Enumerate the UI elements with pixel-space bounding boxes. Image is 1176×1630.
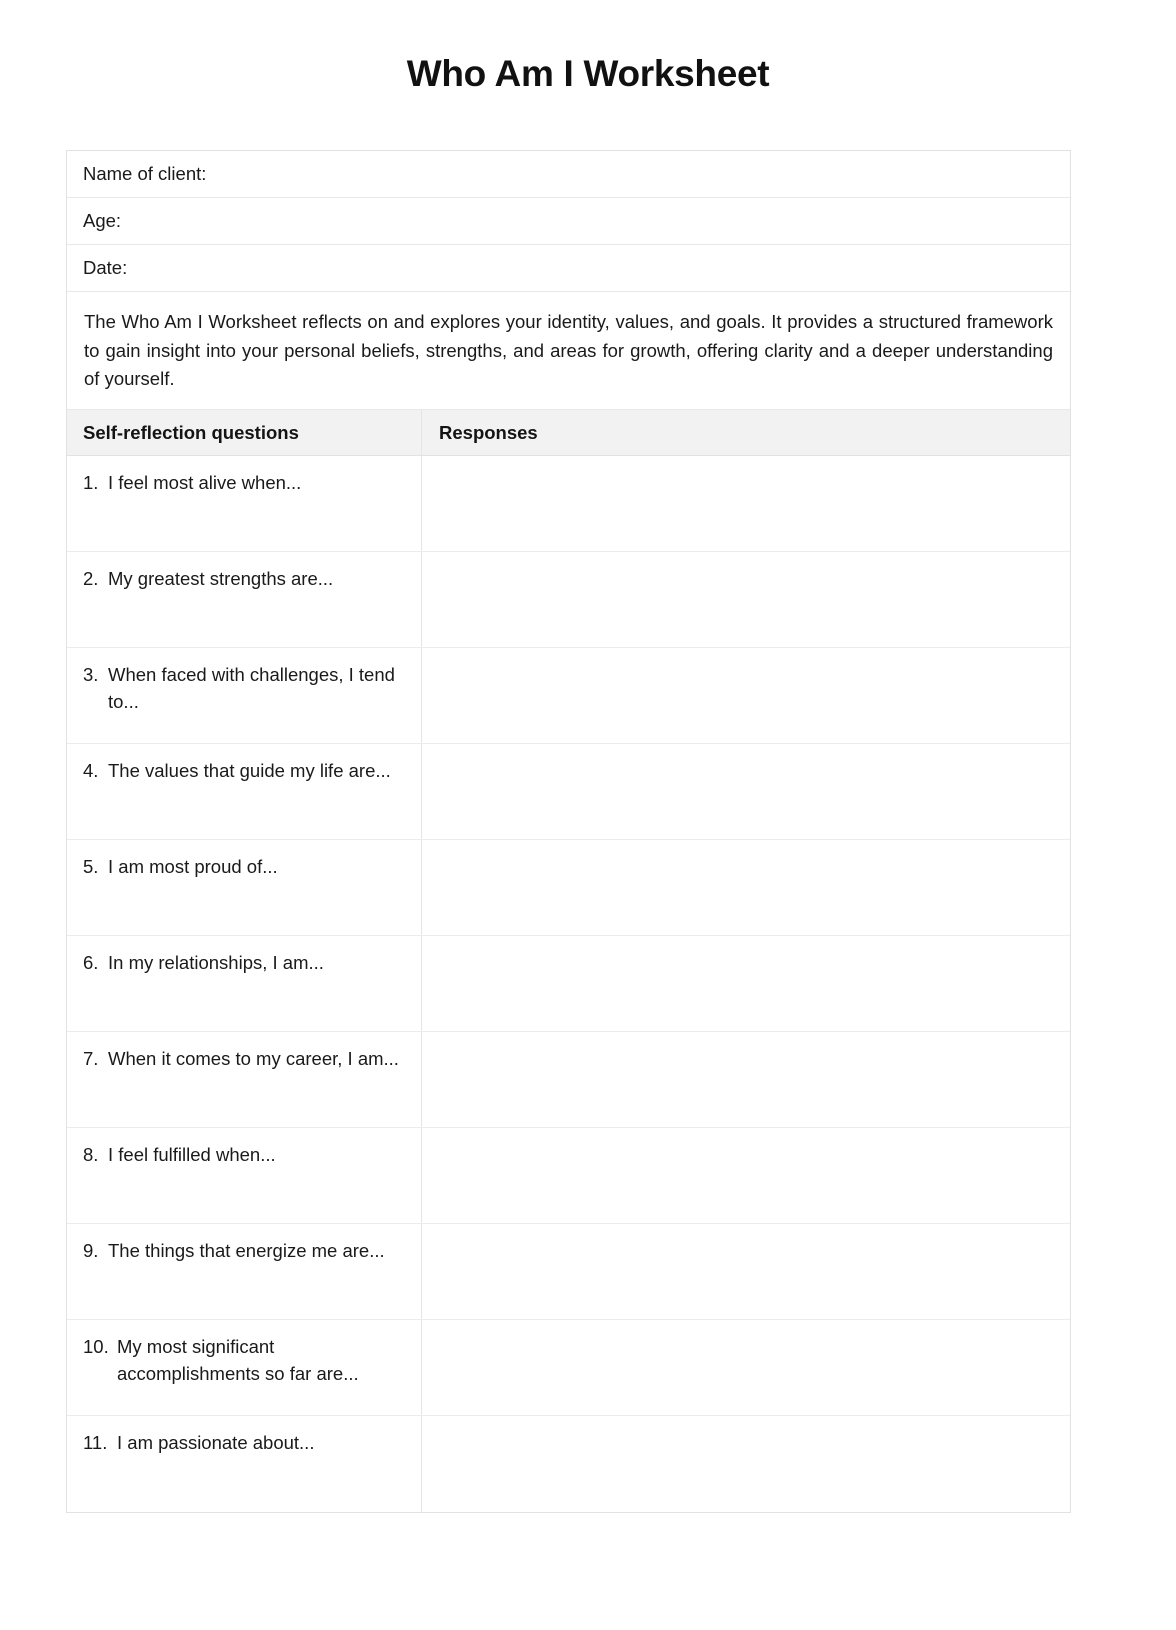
- table-row: 6. In my relationships, I am...: [67, 936, 1070, 1033]
- question-number: 8.: [83, 1144, 99, 1166]
- table-row: 11. I am passionate about...: [67, 1416, 1070, 1513]
- question-number: 5.: [83, 856, 99, 878]
- table-header-cell-questions: Self-reflection questions: [67, 410, 422, 456]
- response-input[interactable]: [436, 1238, 1056, 1298]
- question-number: 4.: [83, 760, 99, 782]
- question-item: 4. The values that guide my life are...: [83, 758, 409, 785]
- question-item: 11. I am passionate about...: [83, 1430, 409, 1457]
- question-text: When it comes to my career, I am...: [108, 1048, 399, 1070]
- question-item: 8. I feel fulfilled when...: [83, 1142, 409, 1169]
- question-number: 6.: [83, 952, 99, 974]
- meta-row-date[interactable]: Date:: [67, 245, 1070, 292]
- response-cell[interactable]: [422, 840, 1070, 935]
- response-cell[interactable]: [422, 1032, 1070, 1127]
- question-text: My greatest strengths are...: [108, 568, 334, 590]
- question-item: 10. My most significant accomplishments …: [83, 1334, 409, 1388]
- worksheet-table: Name of client: Age: Date: The Who Am I …: [66, 150, 1071, 1514]
- intro-row: The Who Am I Worksheet reflects on and e…: [67, 292, 1070, 411]
- question-text: I feel fulfilled when...: [108, 1144, 276, 1166]
- question-cell: 8. I feel fulfilled when...: [67, 1128, 422, 1224]
- response-input[interactable]: [436, 662, 1056, 722]
- table-row: 5. I am most proud of...: [67, 840, 1070, 937]
- meta-label-date: Date:: [83, 256, 128, 278]
- table-header-cell-responses: Responses: [422, 410, 1070, 455]
- question-cell: 2. My greatest strengths are...: [67, 552, 422, 648]
- question-cell: 3. When faced with challenges, I tend to…: [67, 648, 422, 744]
- response-input[interactable]: [436, 1046, 1056, 1106]
- question-cell: 5. I am most proud of...: [67, 840, 422, 936]
- table-row: 1. I feel most alive when...: [67, 456, 1070, 553]
- response-input[interactable]: [436, 566, 1056, 626]
- response-input[interactable]: [436, 1430, 1056, 1490]
- question-cell: 1. I feel most alive when...: [67, 456, 422, 552]
- question-text: I feel most alive when...: [108, 472, 302, 494]
- response-cell[interactable]: [422, 1128, 1070, 1223]
- question-text: I am most proud of...: [108, 856, 278, 878]
- question-item: 1. I feel most alive when...: [83, 470, 409, 497]
- question-item: 7. When it comes to my career, I am...: [83, 1046, 409, 1073]
- question-cell: 11. I am passionate about...: [67, 1416, 422, 1513]
- question-text: In my relationships, I am...: [108, 952, 324, 974]
- question-text: My most significant accomplishments so f…: [117, 1336, 359, 1384]
- response-cell[interactable]: [422, 1224, 1070, 1319]
- intro-description: The Who Am I Worksheet reflects on and e…: [84, 311, 1053, 390]
- page-title: Who Am I Worksheet: [406, 53, 770, 94]
- table-row: 10. My most significant accomplishments …: [67, 1320, 1070, 1417]
- table-row: 9. The things that energize me are...: [67, 1224, 1070, 1321]
- meta-label-age: Age:: [83, 209, 122, 231]
- table-header-responses-label: Responses: [439, 421, 538, 443]
- table-row: 2. My greatest strengths are...: [67, 552, 1070, 649]
- table-row: 7. When it comes to my career, I am...: [67, 1032, 1070, 1129]
- question-item: 6. In my relationships, I am...: [83, 950, 409, 977]
- response-input[interactable]: [436, 950, 1056, 1010]
- response-input[interactable]: [436, 1334, 1056, 1394]
- question-item: 9. The things that energize me are...: [83, 1238, 409, 1265]
- meta-row-name[interactable]: Name of client:: [67, 151, 1070, 198]
- table-header-questions-label: Self-reflection questions: [83, 421, 299, 443]
- response-cell[interactable]: [422, 936, 1070, 1031]
- response-cell[interactable]: [422, 552, 1070, 647]
- question-text: The things that energize me are...: [108, 1240, 385, 1262]
- table-header-row: Self-reflection questions Responses: [67, 410, 1070, 457]
- response-input[interactable]: [436, 758, 1056, 818]
- response-cell[interactable]: [422, 648, 1070, 743]
- table-row: 3. When faced with challenges, I tend to…: [67, 648, 1070, 745]
- question-number: 11.: [83, 1432, 108, 1454]
- question-number: 1.: [83, 472, 99, 494]
- question-text: When faced with challenges, I tend to...: [108, 664, 395, 712]
- response-cell[interactable]: [422, 1320, 1070, 1415]
- response-input[interactable]: [436, 854, 1056, 914]
- worksheet-page: Who Am I Worksheet Name of client: Age: …: [0, 0, 1176, 1630]
- question-text: The values that guide my life are...: [108, 760, 391, 782]
- question-number: 10.: [83, 1336, 109, 1358]
- question-number: 9.: [83, 1240, 99, 1262]
- response-input[interactable]: [436, 1142, 1056, 1202]
- response-cell[interactable]: [422, 456, 1070, 551]
- question-cell: 7. When it comes to my career, I am...: [67, 1032, 422, 1128]
- question-cell: 10. My most significant accomplishments …: [67, 1320, 422, 1416]
- question-number: 7.: [83, 1048, 99, 1070]
- question-item: 3. When faced with challenges, I tend to…: [83, 662, 409, 716]
- table-row: 4. The values that guide my life are...: [67, 744, 1070, 841]
- question-number: 2.: [83, 568, 99, 590]
- question-cell: 9. The things that energize me are...: [67, 1224, 422, 1320]
- question-text: I am passionate about...: [117, 1432, 315, 1454]
- table-row: 8. I feel fulfilled when...: [67, 1128, 1070, 1225]
- response-input[interactable]: [436, 470, 1056, 530]
- question-item: 2. My greatest strengths are...: [83, 566, 409, 593]
- meta-row-age[interactable]: Age:: [67, 198, 1070, 245]
- question-cell: 4. The values that guide my life are...: [67, 744, 422, 840]
- meta-label-name: Name of client:: [83, 162, 207, 184]
- question-number: 3.: [83, 664, 99, 686]
- response-cell[interactable]: [422, 1416, 1070, 1512]
- question-item: 5. I am most proud of...: [83, 854, 409, 881]
- question-cell: 6. In my relationships, I am...: [67, 936, 422, 1032]
- response-cell[interactable]: [422, 744, 1070, 839]
